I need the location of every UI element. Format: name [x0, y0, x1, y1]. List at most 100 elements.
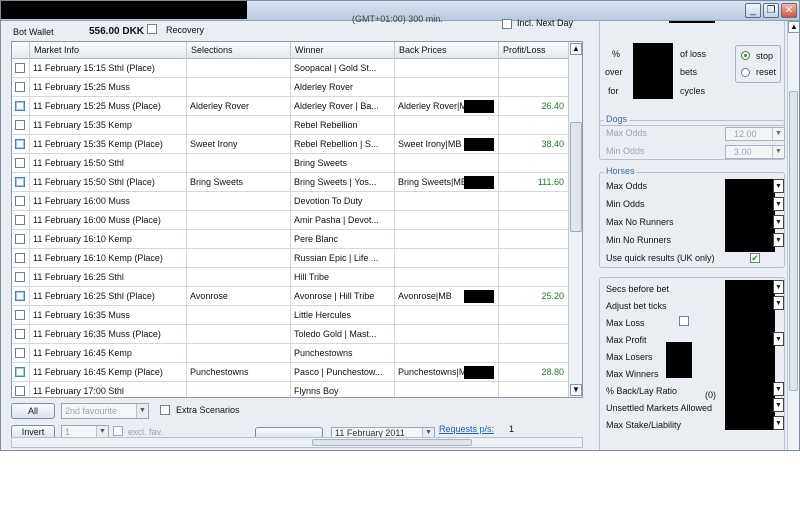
chevron-down-icon[interactable]: ▼: [773, 416, 784, 430]
table-row[interactable]: 11 February 15:15 Sthl (Place) Soopacal |…: [12, 59, 568, 78]
dogs-max-odds-select[interactable]: 12.00 ▼: [725, 127, 785, 141]
cell-selection: [186, 325, 290, 343]
table-row[interactable]: 11 February 17:00 Sthl Flynns Boy: [12, 382, 568, 397]
table-row[interactable]: 11 February 15:35 Kemp (Place) Sweet Iron…: [12, 135, 568, 154]
table-row[interactable]: 11 February 16:00 Muss Devotion To Duty: [12, 192, 568, 211]
row-checkbox[interactable]: [15, 386, 25, 396]
max-profit-label: Max Profit: [606, 335, 647, 345]
panel-scroll-thumb[interactable]: [789, 91, 798, 391]
chevron-down-icon: ▼: [772, 146, 784, 158]
table-row[interactable]: 11 February 16:25 Sthl Hill Tribe: [12, 268, 568, 287]
cell-winner: Punchestowns: [290, 344, 394, 362]
dogs-min-odds-select[interactable]: 3.00 ▼: [725, 145, 785, 159]
chevron-down-icon[interactable]: ▼: [773, 382, 784, 396]
table-row[interactable]: 11 February 15:50 Sthl (Place) Bring Swee…: [12, 173, 568, 192]
header-back-prices[interactable]: Back Prices: [394, 42, 498, 59]
row-checkbox[interactable]: [15, 367, 25, 377]
cell-profit-loss: [498, 306, 568, 324]
row-checkbox[interactable]: [15, 310, 25, 320]
header-profit-loss[interactable]: Profit/Loss: [498, 42, 568, 59]
row-checkbox[interactable]: [15, 139, 25, 149]
row-checkbox[interactable]: [15, 215, 25, 225]
table-row[interactable]: 11 February 15:25 Muss (Place) Alderley R…: [12, 97, 568, 116]
header-selections[interactable]: Selections: [186, 42, 290, 59]
row-checkbox[interactable]: [15, 101, 25, 111]
chevron-down-icon[interactable]: ▼: [773, 280, 784, 294]
excl-fav-checkbox[interactable]: [113, 426, 123, 436]
minimize-button[interactable]: _: [745, 3, 761, 18]
table-row[interactable]: 11 February 16:45 Kemp Punchestowns: [12, 344, 568, 363]
table-row[interactable]: 11 February 16:45 Kemp (Place) Punchestow…: [12, 363, 568, 382]
row-checkbox[interactable]: [15, 63, 25, 73]
chevron-down-icon[interactable]: ▼: [773, 197, 784, 211]
cell-back-prices: [394, 59, 498, 77]
table-row[interactable]: 11 February 16:35 Muss Little Hercules: [12, 306, 568, 325]
requests-link[interactable]: Requests p/s:: [439, 424, 494, 434]
incl-next-day-checkbox[interactable]: [502, 19, 512, 29]
horizontal-scrollbar[interactable]: [11, 437, 583, 448]
chevron-down-icon[interactable]: ▼: [773, 215, 784, 229]
hscroll-thumb[interactable]: [312, 439, 472, 446]
chevron-down-icon[interactable]: ▼: [773, 179, 784, 193]
header-winner[interactable]: Winner: [290, 42, 394, 59]
recovery-checkbox[interactable]: [147, 24, 157, 34]
row-checkbox[interactable]: [15, 158, 25, 168]
scroll-down-icon[interactable]: ▼: [570, 384, 582, 396]
restore-button[interactable]: ❐: [763, 3, 779, 18]
chevron-down-icon[interactable]: ▼: [773, 233, 784, 247]
row-checkbox[interactable]: [15, 348, 25, 358]
cell-profit-loss: 28.80: [498, 363, 568, 381]
close-button[interactable]: ✕: [781, 3, 797, 18]
chevron-down-icon[interactable]: ▼: [773, 398, 784, 412]
table-row[interactable]: 11 February 15:50 Sthl Bring Sweets: [12, 154, 568, 173]
all-button[interactable]: All: [11, 403, 55, 419]
cell-winner: Alderley Rover: [290, 78, 394, 96]
table-row[interactable]: 11 February 16:25 Sthl (Place) Avonrose Av…: [12, 287, 568, 306]
cell-winner: Pasco | Punchestow...: [290, 363, 394, 381]
row-checkbox[interactable]: [15, 196, 25, 206]
row-checkbox-cell: [12, 78, 29, 96]
adjust-bet-ticks-label: Adjust bet ticks: [606, 301, 667, 311]
cell-profit-loss: [498, 116, 568, 134]
reset-radio[interactable]: [741, 68, 750, 77]
table-row[interactable]: 11 February 16:35 Muss (Place) Toledo Gol…: [12, 325, 568, 344]
bot-wallet-value: 556.00 DKK: [89, 26, 145, 37]
cell-back-prices: [394, 230, 498, 248]
row-checkbox[interactable]: [15, 234, 25, 244]
row-checkbox-cell: [12, 249, 29, 267]
grid-vertical-scrollbar[interactable]: ▲ ▼: [568, 42, 582, 397]
table-row[interactable]: 11 February 15:25 Muss Alderley Rover: [12, 78, 568, 97]
quick-results-checkbox[interactable]: ✔: [750, 253, 760, 263]
cell-selection: [186, 211, 290, 229]
row-checkbox-cell: [12, 211, 29, 229]
header-check-column: [12, 42, 29, 59]
panel-vertical-scrollbar[interactable]: ▲: [787, 21, 799, 450]
dogs-min-odds-label: Min Odds: [606, 146, 645, 156]
row-checkbox[interactable]: [15, 253, 25, 263]
chevron-down-icon[interactable]: ▼: [773, 332, 784, 346]
row-checkbox[interactable]: [15, 177, 25, 187]
row-checkbox-cell: [12, 59, 29, 77]
header-market-info[interactable]: Market Info: [29, 42, 186, 59]
max-loss-checkbox[interactable]: [679, 316, 689, 326]
row-checkbox[interactable]: [15, 291, 25, 301]
chevron-down-icon[interactable]: ▼: [773, 296, 784, 310]
row-checkbox[interactable]: [15, 329, 25, 339]
table-row[interactable]: 11 February 15:35 Kemp Rebel Rebellion: [12, 116, 568, 135]
cell-selection: [186, 306, 290, 324]
table-row[interactable]: 11 February 16:10 Kemp (Place) Russian Ep…: [12, 249, 568, 268]
row-checkbox[interactable]: [15, 82, 25, 92]
favourite-select[interactable]: 2nd favourite ▼: [61, 403, 149, 419]
extra-scenarios-checkbox[interactable]: [160, 405, 170, 415]
back-lay-ratio-label: % Back/Lay Ratio: [606, 386, 678, 396]
scroll-thumb[interactable]: [570, 122, 582, 232]
scroll-up-icon[interactable]: ▲: [570, 43, 582, 55]
stop-radio[interactable]: [741, 51, 750, 60]
scroll-up-icon[interactable]: ▲: [788, 21, 799, 33]
table-row[interactable]: 11 February 16:00 Muss (Place) Amir Pasha…: [12, 211, 568, 230]
redacted-horse-values: [725, 179, 775, 252]
row-checkbox[interactable]: [15, 120, 25, 130]
loss-settings-group: % over for of loss bets cycles stop rese…: [599, 21, 785, 126]
table-row[interactable]: 11 February 16:10 Kemp Pere Blanc: [12, 230, 568, 249]
row-checkbox[interactable]: [15, 272, 25, 282]
